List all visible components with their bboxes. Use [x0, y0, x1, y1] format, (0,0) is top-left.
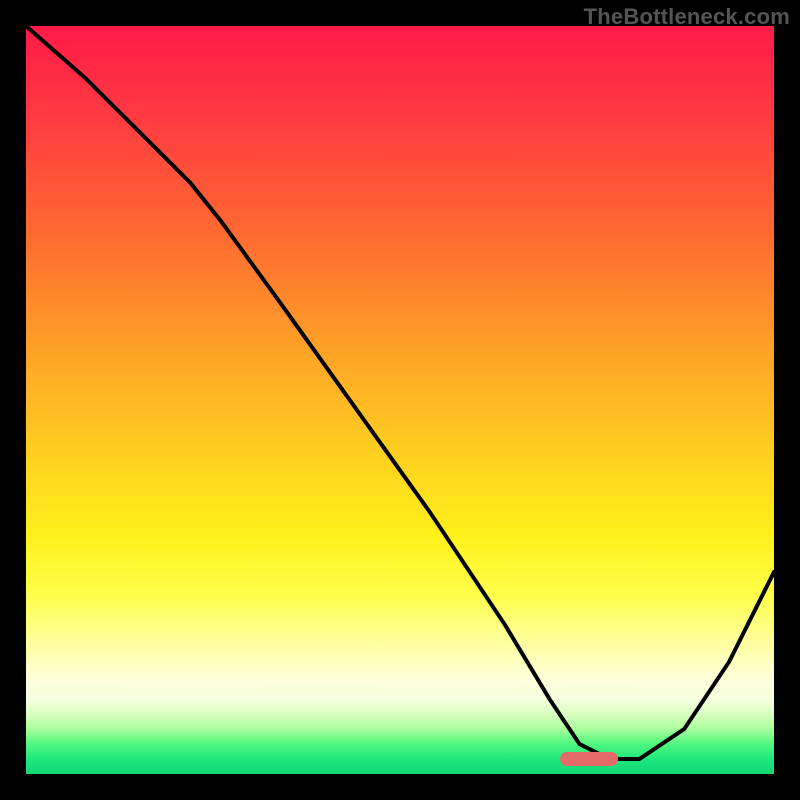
watermark-text: TheBottleneck.com [584, 4, 790, 30]
bottleneck-curve [26, 26, 774, 759]
curve-svg [26, 26, 774, 774]
plot-area [26, 26, 774, 774]
optimal-marker [560, 752, 618, 766]
chart-frame: TheBottleneck.com [0, 0, 800, 800]
